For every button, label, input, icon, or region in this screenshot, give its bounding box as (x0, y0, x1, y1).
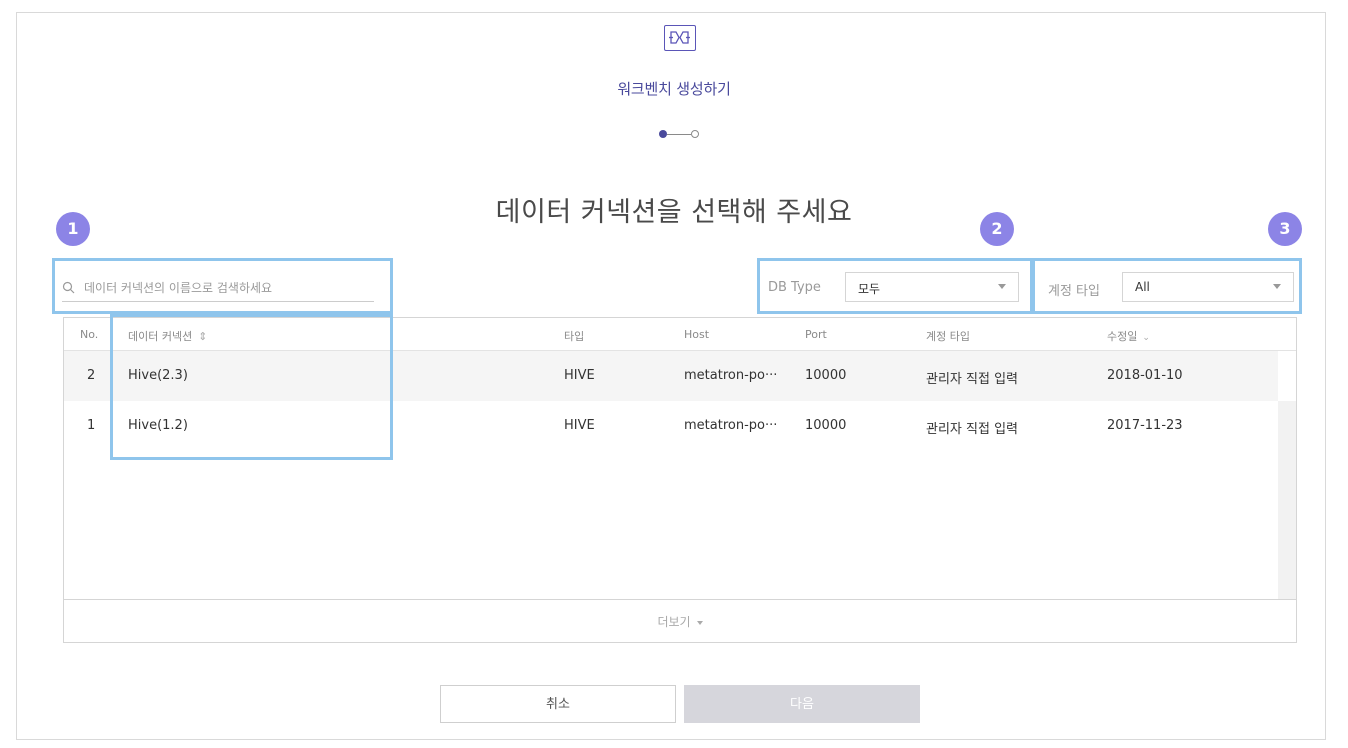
table-footer: 더보기 (64, 599, 1296, 642)
cell-modified: 2017-11-23 (1107, 418, 1183, 433)
cell-port: 10000 (805, 368, 847, 383)
cell-account-type: 관리자 직접 입력 (926, 422, 1018, 437)
cancel-button[interactable]: 취소 (440, 685, 676, 723)
cell-port: 10000 (805, 418, 847, 433)
load-more-label: 더보기 (657, 615, 691, 629)
next-button[interactable]: 다음 (684, 685, 920, 723)
column-header-account-type: 계정 타입 (926, 330, 970, 343)
column-header-no: No. (80, 328, 99, 341)
cell-host: metatron-po··· (684, 368, 778, 383)
load-more-button[interactable]: 더보기 (657, 613, 703, 630)
step-connector (667, 134, 691, 135)
callout-badge-1: 1 (56, 212, 90, 246)
step-1-dot (659, 130, 667, 138)
callout-box-4 (110, 314, 393, 460)
cell-no: 1 (87, 418, 96, 433)
chevron-down-icon (696, 620, 703, 625)
workbench-icon (664, 25, 696, 51)
column-header-port: Port (805, 328, 827, 341)
table-scrollbar[interactable] (1278, 401, 1296, 600)
callout-box-3 (1032, 258, 1302, 314)
column-header-modified[interactable]: 수정일 ⌄ (1107, 328, 1150, 344)
dialog-title: 워크벤치 생성하기 (617, 80, 731, 98)
column-header-modified-label: 수정일 (1107, 330, 1138, 343)
callout-box-1 (52, 258, 393, 314)
column-header-type: 타입 (564, 330, 585, 343)
main-heading: 데이터 커넥션을 선택해 주세요 (495, 197, 853, 228)
step-indicator (659, 128, 701, 140)
cell-modified: 2018-01-10 (1107, 368, 1183, 383)
cell-host: metatron-po··· (684, 418, 778, 433)
callout-badge-2: 2 (980, 212, 1014, 246)
chevron-down-icon: ⌄ (1142, 333, 1150, 343)
cell-no: 2 (87, 368, 96, 383)
cell-type: HIVE (564, 368, 595, 383)
cell-type: HIVE (564, 418, 595, 433)
callout-box-2 (757, 258, 1033, 314)
callout-badge-3: 3 (1268, 212, 1302, 246)
column-header-host: Host (684, 328, 710, 341)
step-2-dot (691, 130, 699, 138)
cell-account-type: 관리자 직접 입력 (926, 372, 1018, 387)
